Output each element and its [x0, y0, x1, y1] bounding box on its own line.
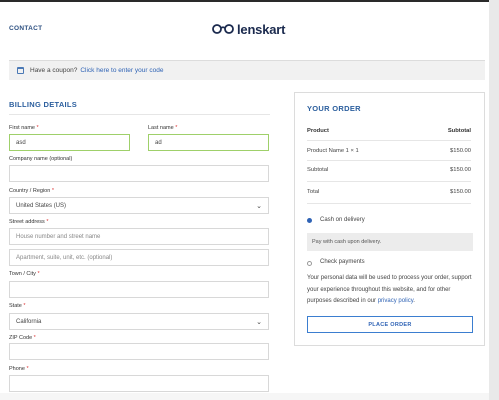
cod-radio[interactable]	[307, 218, 312, 223]
country-select[interactable]: United States (US) ⌄	[9, 197, 269, 214]
state-label: State *	[9, 303, 26, 309]
place-order-button[interactable]: PLACE ORDER	[307, 316, 473, 333]
phone-field[interactable]	[9, 375, 269, 392]
privacy-end: .	[413, 298, 415, 304]
coupon-notice: Have a coupon? Click here to enter your …	[9, 60, 485, 80]
page-bottom-band	[0, 393, 489, 400]
coupon-link[interactable]: Click here to enter your code	[80, 67, 163, 74]
order-table-header: Product Subtotal	[307, 128, 471, 134]
phone-label: Phone *	[9, 366, 29, 372]
cod-description: Pay with cash upon delivery.	[307, 233, 473, 251]
first-name-label: First name *	[9, 125, 39, 131]
divider	[307, 160, 471, 161]
apartment-field[interactable]: Apartment, suite, unit, etc. (optional)	[9, 249, 269, 266]
street-address-field[interactable]: House number and street name	[9, 228, 269, 245]
item-name: Product Name 1 × 1	[307, 148, 359, 154]
divider	[307, 140, 471, 141]
check-payments-radio[interactable]	[307, 261, 312, 266]
state-value: California	[16, 318, 42, 325]
state-select[interactable]: California ⌄	[9, 313, 269, 330]
item-price: $150.00	[450, 148, 471, 154]
street-address-label: Street address *	[9, 219, 49, 225]
zip-label: ZIP Code *	[9, 335, 36, 341]
privacy-policy-link[interactable]: privacy policy	[378, 298, 414, 304]
zip-field[interactable]	[9, 343, 269, 360]
site-logo[interactable]: lenskart	[212, 21, 285, 37]
last-name-label: Last name *	[148, 125, 178, 131]
page-scrollbar-track[interactable]	[489, 0, 499, 400]
col-subtotal: Subtotal	[447, 128, 471, 134]
country-label: Country / Region *	[9, 188, 54, 194]
subtotal-value: $150.00	[450, 167, 471, 173]
order-title: YOUR ORDER	[307, 104, 361, 113]
company-field[interactable]	[9, 165, 269, 182]
coupon-text: Have a coupon?	[30, 67, 78, 74]
subtotal-label: Subtotal	[307, 167, 329, 173]
calendar-icon	[17, 67, 24, 74]
first-name-field[interactable]: asd	[9, 134, 130, 151]
divider	[307, 181, 471, 182]
logo-text: lenskart	[237, 21, 286, 37]
divider	[9, 114, 270, 115]
check-payments-label[interactable]: Check payments	[320, 259, 365, 265]
order-summary: YOUR ORDER Product Subtotal Product Name…	[294, 92, 485, 346]
billing-details-title: BILLING DETAILS	[9, 100, 78, 109]
window-top-border	[0, 0, 499, 2]
order-item-row: Product Name 1 × 1 $150.00	[307, 148, 471, 154]
total-value: $150.00	[450, 189, 471, 195]
divider	[307, 203, 471, 204]
glasses-icon	[212, 24, 234, 34]
last-name-field[interactable]: ad	[148, 134, 269, 151]
total-row: Total $150.00	[307, 189, 471, 195]
chevron-down-icon: ⌄	[256, 319, 262, 326]
subtotal-row: Subtotal $150.00	[307, 167, 471, 173]
country-value: United States (US)	[16, 202, 67, 209]
nav-contact-link[interactable]: CONTACT	[9, 25, 42, 32]
col-product: Product	[307, 128, 329, 134]
city-label: Town / City *	[9, 271, 40, 277]
privacy-notice: Your personal data will be used to proce…	[307, 273, 475, 308]
chevron-down-icon: ⌄	[256, 203, 262, 210]
company-label: Company name (optional)	[9, 156, 73, 162]
city-field[interactable]	[9, 281, 269, 298]
cod-label[interactable]: Cash on delivery	[320, 217, 365, 223]
total-label: Total	[307, 189, 320, 195]
